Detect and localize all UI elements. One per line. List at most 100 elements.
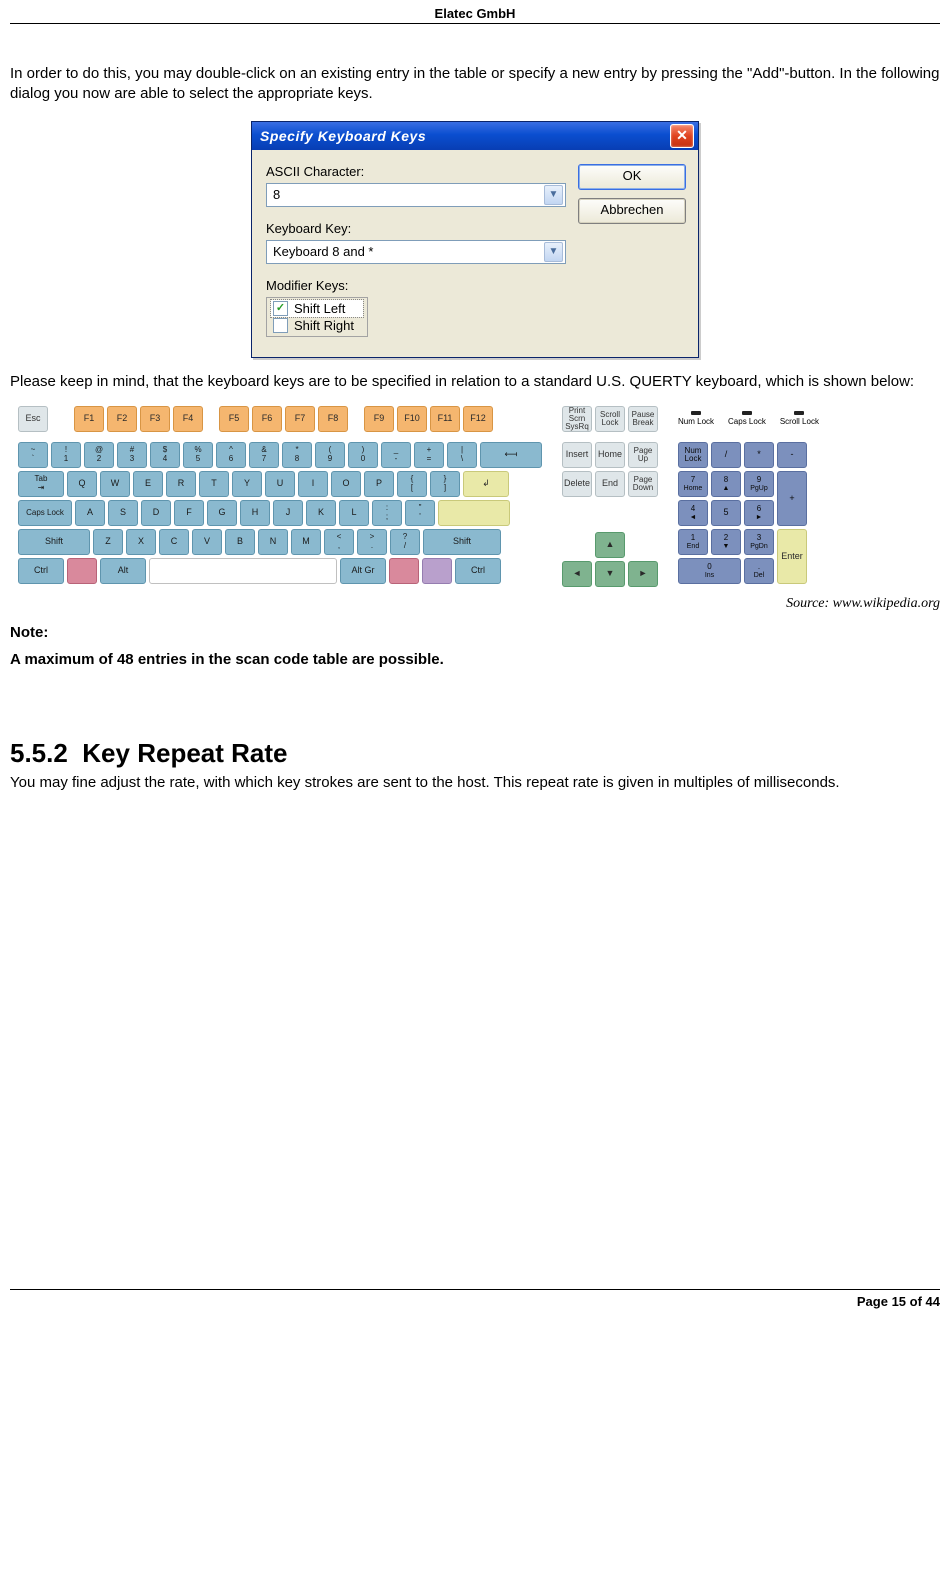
key-esc: Esc bbox=[18, 406, 48, 432]
key-f1: F1 bbox=[74, 406, 104, 432]
key-f12: F12 bbox=[463, 406, 493, 432]
close-icon[interactable]: ✕ bbox=[670, 124, 694, 148]
key-k: K bbox=[306, 500, 336, 526]
key-num-8: *8 bbox=[282, 442, 312, 468]
key-caps: Caps Lock bbox=[18, 500, 72, 526]
key-l: L bbox=[339, 500, 369, 526]
key-c: C bbox=[159, 529, 189, 555]
key-f2: F2 bbox=[107, 406, 137, 432]
np-add: + bbox=[777, 471, 807, 526]
section-number: 5.5.2 bbox=[10, 738, 68, 768]
key-y: Y bbox=[232, 471, 262, 497]
key-f4: F4 bbox=[173, 406, 203, 432]
key-num-2: @2 bbox=[84, 442, 114, 468]
np-mul: * bbox=[744, 442, 774, 468]
np-7: 7Home bbox=[678, 471, 708, 497]
specify-keys-dialog: Specify Keyboard Keys ✕ ASCII Character:… bbox=[251, 121, 699, 358]
key-num-5: %5 bbox=[183, 442, 213, 468]
key-altgr: Alt Gr bbox=[340, 558, 386, 584]
key-num-7: &7 bbox=[249, 442, 279, 468]
note-label: Note: bbox=[10, 624, 940, 641]
key-n: N bbox=[258, 529, 288, 555]
key-num-6: ^6 bbox=[216, 442, 246, 468]
numlock-led: Num Lock bbox=[678, 411, 714, 426]
modifier-keys-label: Modifier Keys: bbox=[266, 278, 566, 293]
shift-right-option[interactable]: Shift Right bbox=[271, 317, 363, 334]
key-num-12: += bbox=[414, 442, 444, 468]
modifier-keys-box: ✓ Shift Left Shift Right bbox=[266, 297, 368, 337]
key-num-11: _- bbox=[381, 442, 411, 468]
keyboard-key-combo[interactable]: Keyboard 8 and * ▼ bbox=[266, 240, 566, 264]
ascii-combo[interactable]: 8 ▼ bbox=[266, 183, 566, 207]
key-home: Home bbox=[595, 442, 625, 468]
dialog-title: Specify Keyboard Keys bbox=[260, 128, 426, 144]
np-8: 8▲ bbox=[711, 471, 741, 497]
shift-right-label: Shift Right bbox=[294, 318, 354, 333]
ascii-label: ASCII Character: bbox=[266, 164, 566, 179]
shift-left-option[interactable]: ✓ Shift Left bbox=[271, 300, 363, 317]
mid-paragraph: Please keep in mind, that the keyboard k… bbox=[10, 372, 940, 392]
section-title: Key Repeat Rate bbox=[82, 738, 287, 768]
key-punct2-1: >. bbox=[357, 529, 387, 555]
key-j: J bbox=[273, 500, 303, 526]
key-punct2-0: <, bbox=[324, 529, 354, 555]
section-body: You may fine adjust the rate, with which… bbox=[10, 773, 940, 793]
chevron-down-icon[interactable]: ▼ bbox=[544, 185, 563, 205]
key-menu bbox=[422, 558, 452, 584]
np-5: 5 bbox=[711, 500, 741, 526]
key-w: W bbox=[100, 471, 130, 497]
key-d: D bbox=[141, 500, 171, 526]
np-2: 2▼ bbox=[711, 529, 741, 555]
key-arrow-left: ◄ bbox=[562, 561, 592, 587]
key-ctrl-right: Ctrl bbox=[455, 558, 501, 584]
note-text: A maximum of 48 entries in the scan code… bbox=[10, 651, 940, 668]
np-dot: .Del bbox=[744, 558, 774, 584]
np-1: 1End bbox=[678, 529, 708, 555]
key-s: S bbox=[108, 500, 138, 526]
key-f6: F6 bbox=[252, 406, 282, 432]
key-end: End bbox=[595, 471, 625, 497]
np-nlock: Num Lock bbox=[678, 442, 708, 468]
key-x: X bbox=[126, 529, 156, 555]
key-i: I bbox=[298, 471, 328, 497]
key-enter-top: ↲ bbox=[463, 471, 509, 497]
key-slock: Scroll Lock bbox=[595, 406, 625, 432]
key-num-0: ~` bbox=[18, 442, 48, 468]
key-m: M bbox=[291, 529, 321, 555]
image-source: Source: www.wikipedia.org bbox=[10, 596, 940, 612]
key-arrow-right: ► bbox=[628, 561, 658, 587]
ascii-value: 8 bbox=[273, 187, 280, 202]
key-shift-right: Shift bbox=[423, 529, 501, 555]
key-num-3: #3 bbox=[117, 442, 147, 468]
checkbox-checked-icon: ✓ bbox=[273, 301, 288, 316]
key-pgdn: Page Down bbox=[628, 471, 658, 497]
np-sub: - bbox=[777, 442, 807, 468]
key-punct-1: "' bbox=[405, 500, 435, 526]
key-prtsc: Print Scrn SysRq bbox=[562, 406, 592, 432]
cancel-button[interactable]: Abbrechen bbox=[578, 198, 686, 224]
np-9: 9PgUp bbox=[744, 471, 774, 497]
ok-button[interactable]: OK bbox=[578, 164, 686, 190]
key-z: Z bbox=[93, 529, 123, 555]
np-0: 0Ins bbox=[678, 558, 741, 584]
key-e: E bbox=[133, 471, 163, 497]
key-a: A bbox=[75, 500, 105, 526]
chevron-down-icon[interactable]: ▼ bbox=[544, 242, 563, 262]
capslock-led: Caps Lock bbox=[728, 411, 766, 426]
section-heading: 5.5.2 Key Repeat Rate bbox=[10, 738, 940, 769]
np-4: 4◄ bbox=[678, 500, 708, 526]
key-f7: F7 bbox=[285, 406, 315, 432]
key-alt-left: Alt bbox=[100, 558, 146, 584]
key-q: Q bbox=[67, 471, 97, 497]
key-g: G bbox=[207, 500, 237, 526]
shift-left-label: Shift Left bbox=[294, 301, 345, 316]
key-o: O bbox=[331, 471, 361, 497]
key-enter bbox=[438, 500, 510, 526]
key-f5: F5 bbox=[219, 406, 249, 432]
key-b: B bbox=[225, 529, 255, 555]
np-enter: Enter bbox=[777, 529, 807, 584]
dialog-titlebar: Specify Keyboard Keys ✕ bbox=[252, 122, 698, 150]
key-win-left bbox=[67, 558, 97, 584]
keyboard-key-value: Keyboard 8 and * bbox=[273, 244, 373, 259]
key-f3: F3 bbox=[140, 406, 170, 432]
